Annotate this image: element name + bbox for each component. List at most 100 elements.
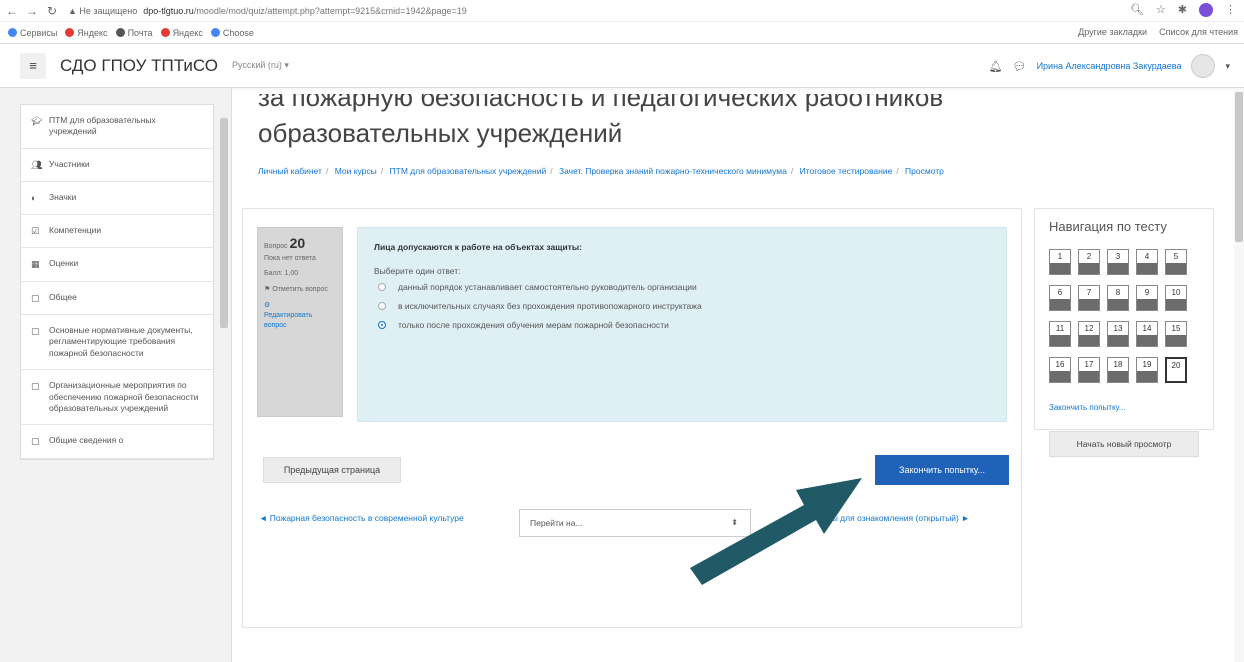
reload-icon[interactable]: ↻ <box>44 4 60 18</box>
quiz-nav-button[interactable]: 2 <box>1078 249 1100 275</box>
browser-toolbar-icons: 🔍︎ ☆ ✱ ⋮ <box>1130 3 1236 17</box>
question-info: Вопрос 20 Пока нет ответа Балл: 1,00 ⚑ О… <box>257 227 343 417</box>
user-name[interactable]: Ирина Александровна Закурдаева <box>1037 61 1182 71</box>
hamburger-menu-icon[interactable]: ≡ <box>20 52 46 79</box>
quiz-nav-button[interactable]: 10 <box>1165 285 1187 311</box>
breadcrumb-item[interactable]: Зачет. Проверка знаний пожарно-техническ… <box>559 166 787 176</box>
next-activity-link[interactable]: Вопросы для ознакомления (открытый) ► <box>763 513 993 525</box>
bookmarks-right: Другие закладки Список для чтения <box>1078 27 1238 37</box>
nav-drawer: 🎓︎ ПТМ для образовательных учреждений 👥︎ У… <box>0 88 232 662</box>
quiz-nav-grid: 1 2 3 4 5 6 7 8 9 10 11 12 13 14 15 16 1… <box>1049 249 1211 383</box>
drawer-item-participants[interactable]: 👥︎ Участники <box>21 149 213 183</box>
jump-to-select[interactable]: Перейти на... ⬍ <box>519 509 751 537</box>
bell-icon[interactable]: 🔔︎ <box>989 60 1003 73</box>
select-caret-icon: ⬍ <box>731 518 738 527</box>
folder-icon: ▢ <box>31 292 40 303</box>
question-mark: Балл: 1,00 <box>264 270 299 278</box>
bookmark-item[interactable]: Яндекс <box>65 28 108 38</box>
drawer-scroll-thumb[interactable] <box>220 118 228 328</box>
drawer-item-badges[interactable]: ◐ Значки <box>21 182 213 216</box>
breadcrumb-item[interactable]: Мои курсы <box>335 166 377 176</box>
answer-option[interactable]: в исключительных случаях без прохождения… <box>378 301 990 311</box>
previous-page-button[interactable]: Предыдущая страница <box>263 457 401 483</box>
chevron-down-icon[interactable]: ▾ <box>1225 61 1230 72</box>
user-menu: 🔔︎ 💬︎ Ирина Александровна Закурдаева ▾ <box>989 54 1230 78</box>
radio-button[interactable] <box>378 283 386 291</box>
user-avatar[interactable] <box>1191 54 1216 78</box>
bookmark-item[interactable]: Сервисы <box>8 28 57 38</box>
radio-button[interactable] <box>378 302 386 310</box>
quiz-nav-button[interactable]: 18 <box>1107 357 1129 383</box>
flag-icon: ⚑ <box>264 286 271 294</box>
drawer-item-grades[interactable]: ▦ Оценки <box>21 248 213 282</box>
bookmark-item[interactable]: Choose <box>210 28 254 38</box>
flag-question[interactable]: ⚑ Отметить вопрос <box>264 285 336 295</box>
google-icon <box>210 28 220 37</box>
question-status: Пока нет ответа <box>264 254 316 262</box>
quiz-nav-finish-link[interactable]: Закончить попытку... <box>1049 403 1125 412</box>
quiz-nav-button[interactable]: 16 <box>1049 357 1071 383</box>
quiz-nav-button[interactable]: 11 <box>1049 321 1071 347</box>
breadcrumb-item[interactable]: ПТМ для образовательных учреждений <box>390 166 547 176</box>
quiz-nav-button[interactable]: 7 <box>1078 285 1100 311</box>
drawer-item-course[interactable]: 🎓︎ ПТМ для образовательных учреждений <box>21 105 213 149</box>
drawer-scrollbar[interactable] <box>220 102 228 662</box>
browser-address-bar: ← → ↻ ▲ Не защищено dpo-tlgtuo.ru/moodle… <box>0 0 1244 22</box>
forward-icon[interactable]: → <box>24 4 40 18</box>
extensions-icon[interactable]: ✱ <box>1178 3 1187 17</box>
answer-option[interactable]: данный порядок устанавливает самостоятел… <box>378 282 990 292</box>
drawer-item-section[interactable]: ▢ Общее <box>21 282 213 315</box>
quiz-nav-button[interactable]: 12 <box>1078 321 1100 347</box>
competency-icon: ☑ <box>31 226 40 237</box>
drawer-item-section[interactable]: ▢ Основные нормативные документы, регламе… <box>21 315 213 371</box>
reading-list[interactable]: Список для чтения <box>1159 27 1238 37</box>
main-scroll-thumb[interactable] <box>1235 92 1243 242</box>
answer-option[interactable]: только после прохождения обучения мерам … <box>378 320 990 330</box>
breadcrumb-item[interactable]: Просмотр <box>905 166 944 176</box>
previous-activity-link[interactable]: ◄ Пожарная безопасность в современной ку… <box>259 513 469 525</box>
quiz-nav-button[interactable]: 13 <box>1107 321 1129 347</box>
drawer-item-section[interactable]: ▢ Организационные мероприятия по обеспече… <box>21 370 213 426</box>
quiz-nav-button[interactable]: 1 <box>1049 249 1071 275</box>
users-icon: 👥︎ <box>31 159 43 170</box>
star-icon[interactable]: ☆ <box>1156 3 1166 17</box>
radio-button-selected[interactable] <box>378 321 386 329</box>
folder-icon: ▢ <box>31 381 40 392</box>
zoom-icon[interactable]: 🔍︎ <box>1130 3 1144 17</box>
back-icon[interactable]: ← <box>4 4 20 18</box>
language-menu[interactable]: Русский (ru) ▾ <box>232 60 289 71</box>
quiz-nav-button[interactable]: 4 <box>1136 249 1158 275</box>
url-host: dpo-tlgtuo.ru <box>143 5 194 16</box>
edit-question-link[interactable]: ⚙ Редактировать вопрос <box>264 301 336 330</box>
finish-attempt-button[interactable]: Закончить попытку... <box>875 455 1009 485</box>
quiz-nav-button[interactable]: 9 <box>1136 285 1158 311</box>
profile-avatar[interactable] <box>1199 3 1213 17</box>
drawer-item-competencies[interactable]: ☑ Компетенции <box>21 215 213 249</box>
quiz-nav-button[interactable]: 5 <box>1165 249 1187 275</box>
breadcrumb-item[interactable]: Личный кабинет <box>258 166 322 176</box>
menu-icon[interactable]: ⋮ <box>1225 3 1236 17</box>
quiz-nav-button-current[interactable]: 20 <box>1165 357 1187 383</box>
other-bookmarks[interactable]: Другие закладки <box>1078 27 1147 37</box>
bookmark-item[interactable]: Яндекс <box>160 28 203 38</box>
url-field[interactable]: dpo-tlgtuo.ru/moodle/mod/quiz/attempt.ph… <box>143 6 467 16</box>
drawer-item-section[interactable]: ▢ Общие сведения о <box>21 425 213 459</box>
quiz-nav-button[interactable]: 14 <box>1136 321 1158 347</box>
quiz-nav-button[interactable]: 3 <box>1107 249 1129 275</box>
breadcrumb-item[interactable]: Итоговое тестирование <box>800 166 893 176</box>
quiz-nav-button[interactable]: 8 <box>1107 285 1129 311</box>
site-name[interactable]: СДО ГПОУ ТПТиСО <box>60 56 218 76</box>
chat-icon[interactable]: 💬︎ <box>1013 60 1027 73</box>
quiz-nav-button[interactable]: 6 <box>1049 285 1071 311</box>
quiz-nav-button[interactable]: 19 <box>1136 357 1158 383</box>
badge-icon: ◐ <box>31 193 37 204</box>
quiz-nav-button[interactable]: 15 <box>1165 321 1187 347</box>
new-preview-button[interactable]: Начать новый просмотр <box>1049 431 1199 457</box>
question-panel: Вопрос 20 Пока нет ответа Балл: 1,00 ⚑ О… <box>242 208 1022 628</box>
url-path: /moodle/mod/quiz/attempt.php?attempt=921… <box>193 5 467 16</box>
main-region: за пожарную безопасность и педагогически… <box>232 88 1244 662</box>
quiz-nav-button[interactable]: 17 <box>1078 357 1100 383</box>
main-scrollbar[interactable] <box>1234 88 1244 662</box>
bookmark-item[interactable]: Почта <box>115 28 153 38</box>
security-warning[interactable]: ▲ Не защищено <box>68 6 137 16</box>
